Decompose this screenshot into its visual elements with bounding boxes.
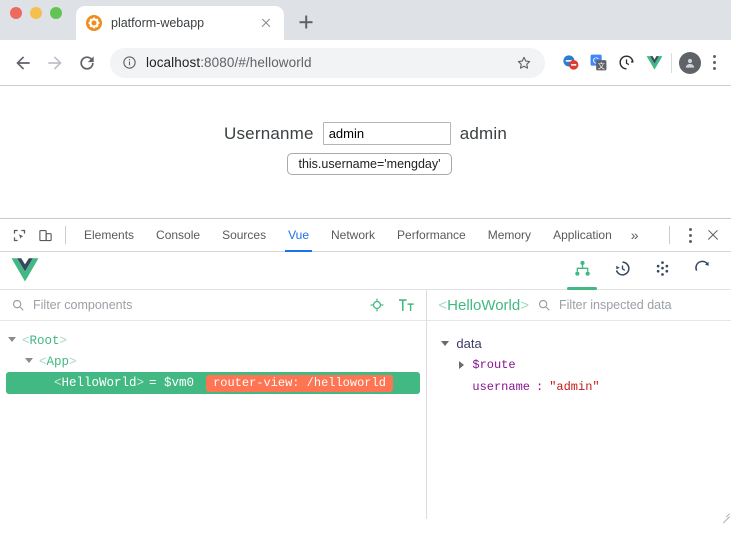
component-tree: <Root> <App> <HelloWorld> = $vm0 router-… [0,321,426,394]
tab-elements[interactable]: Elements [73,219,145,252]
devtools-right-controls [662,223,725,247]
data-entry-colon: : [535,380,544,394]
inspect-element-icon[interactable] [6,222,32,248]
component-tree-icon[interactable] [567,256,597,290]
url-path: :8080/#/helloworld [200,55,312,70]
inspected-data-tree: data $route username: "admin" [427,321,731,398]
tree-item-label: <HelloWorld> [54,376,145,390]
close-devtools-icon[interactable] [701,223,725,247]
tab-network[interactable]: Network [320,219,386,252]
devtools-divider [65,226,66,244]
resize-grip[interactable] [720,508,730,518]
close-tab-icon[interactable] [258,15,274,31]
tab-title: platform-webapp [111,16,205,30]
username-input[interactable] [322,122,451,145]
inspector-pane: <HelloWorld> data $route [427,290,731,519]
tab-sources[interactable]: Sources [211,219,277,252]
vue-panes: <Root> <App> <HelloWorld> = $vm0 router-… [0,290,731,519]
toolbar-divider [671,52,672,73]
tab-strip: platform-webapp [0,0,731,40]
collapse-arrow-icon[interactable] [457,360,466,370]
inspector-header: <HelloWorld> [427,290,731,321]
new-tab-button[interactable] [292,8,320,36]
window-controls [10,0,62,40]
tree-item-app[interactable]: <App> [0,351,426,372]
devtools-panel: Elements Console Sources Vue Network Per… [0,218,731,519]
devtools-menu-icon[interactable] [681,225,699,245]
vuex-icon[interactable] [651,256,673,286]
devtools-divider-right [669,226,670,244]
expand-arrow-icon[interactable] [441,339,450,348]
url-host: localhost [146,55,201,70]
favicon-icon [86,15,102,31]
adblock-extension-icon[interactable] [561,53,580,72]
tree-item-label: <Root> [22,333,68,348]
component-tree-pane: <Root> <App> <HelloWorld> = $vm0 router-… [0,290,428,519]
filter-inspected-data-input[interactable] [559,298,720,312]
more-tabs-icon[interactable]: » [623,227,647,243]
component-filter-bar [0,290,427,321]
vm-reference-label: = $vm0 [149,376,195,390]
username-label: Usernanme [224,123,314,143]
back-button[interactable] [8,48,38,78]
vue-panel-actions [567,256,721,290]
username-echo-text: admin [459,123,507,143]
tab-application[interactable]: Application [542,219,623,252]
select-component-icon[interactable] [369,297,385,313]
devtools-tabs: Elements Console Sources Vue Network Per… [73,219,662,252]
search-icon [12,299,24,311]
component-filter-actions [369,297,415,313]
chrome-menu-button[interactable] [705,53,723,73]
sync-extension-icon[interactable] [617,53,636,72]
browser-toolbar: localhost:8080/#/helloworld G 文 [0,40,731,86]
vue-panel-header [0,252,731,290]
expand-arrow-icon[interactable] [8,336,17,345]
extension-icons: G 文 [553,53,664,72]
tree-item-helloworld[interactable]: <HelloWorld> = $vm0 router-view: /hellow… [6,372,421,394]
profile-avatar[interactable] [679,51,701,74]
site-info-icon[interactable] [122,55,137,70]
filter-components-input[interactable] [33,298,362,312]
tab-memory[interactable]: Memory [477,219,542,252]
tab-console[interactable]: Console [145,219,211,252]
vue-logo [11,258,39,282]
address-bar[interactable]: localhost:8080/#/helloworld [110,47,545,78]
tree-item-label: <App> [39,354,77,369]
data-entry-key: $route [472,358,516,372]
data-section-data[interactable]: data [427,332,731,354]
devtools-tab-bar: Elements Console Sources Vue Network Per… [0,219,731,252]
device-toolbar-icon[interactable] [32,222,58,248]
username-form-row: Usernanme admin [0,86,731,145]
router-view-badge: router-view: /helloworld [206,374,393,392]
url-text: localhost:8080/#/helloworld [146,55,506,70]
expand-arrow-icon[interactable] [25,357,34,366]
data-entry-route[interactable]: $route [427,354,731,376]
data-entry-key: username [472,380,530,394]
set-username-row: this.username='mengday' [0,153,731,175]
search-icon [538,299,550,311]
set-username-button[interactable]: this.username='mengday' [287,153,452,175]
browser-tab[interactable]: platform-webapp [76,6,284,40]
tree-item-root[interactable]: <Root> [0,330,426,351]
forward-button[interactable] [40,48,70,78]
timeline-icon[interactable] [611,256,633,286]
tab-vue[interactable]: Vue [277,219,320,252]
maximize-window-button[interactable] [50,7,62,19]
refresh-icon[interactable] [691,256,713,286]
close-window-button[interactable] [10,7,22,19]
inspected-component-title: <HelloWorld> [438,296,529,314]
browser-window: platform-webapp localhost:8080/#/hellowo… [0,0,731,537]
data-section-label: data [456,335,482,351]
data-entry-value: "admin" [549,380,600,394]
tab-performance[interactable]: Performance [386,219,477,252]
text-size-icon[interactable] [398,298,415,313]
page-viewport: Usernanme admin this.username='mengday' [0,86,731,218]
google-translate-extension-icon[interactable]: G 文 [589,53,608,72]
svg-text:文: 文 [598,61,605,70]
reload-button[interactable] [72,48,102,78]
bookmark-star-icon[interactable] [515,54,533,72]
vue-devtools-extension-icon[interactable] [645,53,664,72]
data-entry-username[interactable]: username: "admin" [427,376,731,398]
minimize-window-button[interactable] [30,7,42,19]
